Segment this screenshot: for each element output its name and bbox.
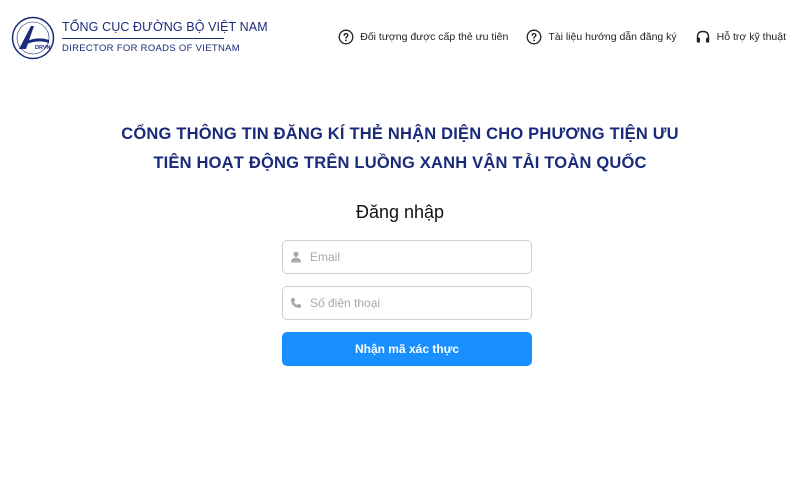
- org-block: TỔNG CỤC ĐƯỜNG BỘ VIỆT NAM DIRECTOR FOR …: [62, 20, 268, 54]
- question-circle-icon: [526, 29, 542, 45]
- nav-label: Đối tượng được cấp thẻ ưu tiên: [360, 31, 509, 43]
- user-icon: [291, 251, 301, 263]
- nav-registration-guide[interactable]: Tài liệu hướng dẫn đăng ký: [526, 29, 677, 45]
- nav-label: Tài liệu hướng dẫn đăng ký: [548, 31, 677, 43]
- phone-input[interactable]: [310, 288, 520, 318]
- logo-text: DRVN: [35, 45, 51, 51]
- phone-icon: [291, 298, 301, 309]
- page-title-line-2: TIÊN HOẠT ĐỘNG TRÊN LUỒNG XANH VẬN TẢI T…: [153, 154, 647, 172]
- get-verification-code-button[interactable]: Nhận mã xác thực: [282, 332, 532, 366]
- top-nav: Đối tượng được cấp thẻ ưu tiên Tài liệu …: [320, 29, 786, 45]
- org-subtitle: DIRECTOR FOR ROADS OF VIETNAM: [62, 43, 240, 54]
- drvn-logo-icon: DRVN: [11, 16, 55, 60]
- email-field: [282, 240, 532, 274]
- page-title-line-1: CỔNG THÔNG TIN ĐĂNG KÍ THẺ NHẬN DIỆN CHO…: [121, 125, 679, 143]
- org-divider: [62, 38, 224, 39]
- header: DRVN TỔNG CỤC ĐƯỜNG BỘ VIỆT NAM DIRECTOR…: [0, 0, 800, 76]
- email-input[interactable]: [310, 242, 520, 272]
- question-circle-icon: [338, 29, 354, 45]
- headset-icon: [696, 30, 709, 43]
- nav-label: Hỗ trợ kỹ thuật: [716, 31, 786, 43]
- phone-field: [282, 286, 532, 320]
- page-title: CỔNG THÔNG TIN ĐĂNG KÍ THẺ NHẬN DIỆN CHO…: [0, 120, 800, 178]
- login-heading: Đăng nhập: [355, 202, 445, 222]
- org-name: TỔNG CỤC ĐƯỜNG BỘ VIỆT NAM: [62, 20, 268, 34]
- nav-eligible-subjects[interactable]: Đối tượng được cấp thẻ ưu tiên: [338, 29, 508, 45]
- nav-technical-support[interactable]: Hỗ trợ kỹ thuật: [695, 29, 786, 45]
